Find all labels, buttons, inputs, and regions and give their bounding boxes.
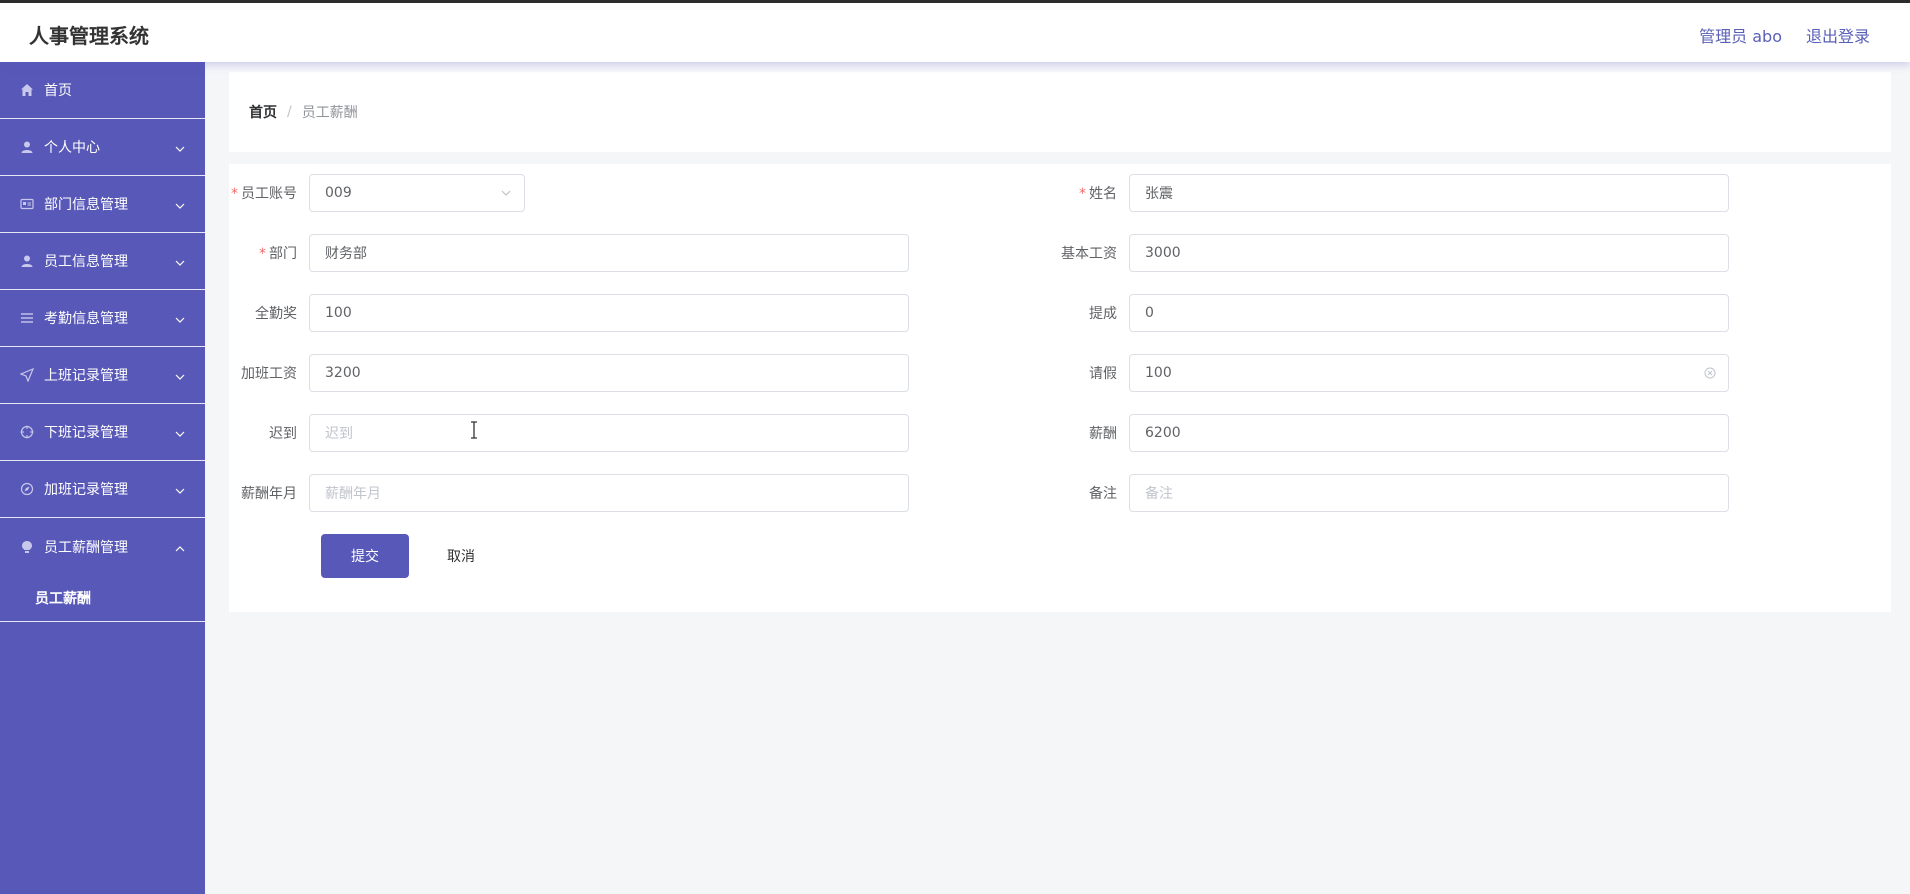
home-icon	[20, 83, 34, 97]
chevron-down-icon	[175, 484, 185, 494]
clear-icon[interactable]	[1704, 367, 1716, 379]
chevron-down-icon	[175, 427, 185, 437]
commission-field: 提成 0	[1049, 294, 1729, 332]
sidebar-item-label: 上班记录管理	[44, 368, 128, 384]
sidebar-item-label: 个人中心	[44, 140, 100, 156]
late-field: 迟到 迟到	[229, 414, 909, 452]
salary-month-field: 薪酬年月 薪酬年月	[229, 474, 909, 512]
sidebar-item-department[interactable]: 部门信息管理	[0, 176, 205, 233]
salary-label: 薪酬	[1089, 426, 1117, 442]
chevron-down-icon	[175, 370, 185, 380]
remark-field: 备注 备注	[1049, 474, 1729, 512]
chevron-down-icon	[175, 313, 185, 323]
employee-account-label: 员工账号	[241, 186, 297, 202]
sidebar-item-clock-out[interactable]: 下班记录管理	[0, 404, 205, 461]
salary-input[interactable]: 6200	[1129, 414, 1729, 452]
submit-button[interactable]: 提交	[321, 534, 409, 578]
department-input[interactable]: 财务部	[309, 234, 909, 272]
name-field: * 姓名 张震	[1049, 174, 1729, 212]
overtime-pay-input[interactable]: 3200	[309, 354, 909, 392]
compass-icon	[20, 482, 34, 496]
commission-input[interactable]: 0	[1129, 294, 1729, 332]
attendance-bonus-field: 全勤奖 100	[229, 294, 909, 332]
top-bar: 人事管理系统 管理员 abo 退出登录	[0, 0, 1910, 62]
department-field: * 部门 财务部	[229, 234, 909, 272]
attendance-bonus-label: 全勤奖	[255, 306, 297, 322]
sidebar-item-label: 首页	[44, 83, 72, 99]
remark-label: 备注	[1089, 486, 1117, 502]
employee-account-select[interactable]: 009	[309, 174, 525, 212]
name-label: 姓名	[1089, 186, 1117, 202]
sidebar-item-home[interactable]: 首页	[0, 62, 205, 119]
text-cursor-icon	[469, 421, 479, 439]
sidebar-item-employee[interactable]: 员工信息管理	[0, 233, 205, 290]
breadcrumb-separator: /	[287, 104, 292, 120]
leave-input[interactable]: 100	[1129, 354, 1729, 392]
attendance-bonus-input[interactable]: 100	[309, 294, 909, 332]
salary-month-label: 薪酬年月	[241, 486, 297, 502]
user-icon	[20, 140, 34, 154]
salary-field: 薪酬 6200	[1049, 414, 1729, 452]
remark-input[interactable]: 备注	[1129, 474, 1729, 512]
chevron-down-icon	[175, 142, 185, 152]
user-icon	[20, 254, 34, 268]
leave-label: 请假	[1089, 366, 1117, 382]
employee-account-field: * 员工账号 009	[229, 174, 525, 212]
sidebar-item-label: 部门信息管理	[44, 197, 128, 213]
chevron-down-icon	[175, 199, 185, 209]
base-salary-input[interactable]: 3000	[1129, 234, 1729, 272]
crosshair-icon	[20, 425, 34, 439]
sidebar-item-label: 员工薪酬管理	[44, 539, 128, 556]
breadcrumb-current: 员工薪酬	[301, 105, 358, 121]
commission-label: 提成	[1089, 306, 1117, 322]
chevron-up-icon	[175, 542, 185, 552]
admin-user-label[interactable]: 管理员 abo	[1699, 23, 1782, 47]
late-input[interactable]: 迟到	[309, 414, 909, 452]
app-title: 人事管理系统	[29, 24, 149, 48]
breadcrumb-home[interactable]: 首页	[249, 102, 277, 122]
top-right-actions: 管理员 abo 退出登录	[1699, 23, 1870, 47]
late-label: 迟到	[269, 426, 297, 442]
cancel-button[interactable]: 取消	[429, 534, 493, 578]
card-icon	[20, 197, 34, 211]
breadcrumb: 首页 / 员工薪酬	[229, 72, 1891, 152]
name-input[interactable]: 张震	[1129, 174, 1729, 212]
chevron-down-icon	[175, 256, 185, 266]
logout-button[interactable]: 退出登录	[1806, 23, 1870, 47]
sidebar-item-label: 加班记录管理	[44, 482, 128, 498]
sidebar-item-label: 员工信息管理	[44, 254, 128, 270]
salary-month-input[interactable]: 薪酬年月	[309, 474, 909, 512]
sidebar-item-label: 下班记录管理	[44, 425, 128, 441]
sidebar-item-personal-center[interactable]: 个人中心	[0, 119, 205, 176]
sidebar: 首页 个人中心 部门信息管理 员工信息管理 考勤信息管理 上班记录管理 下班记录…	[0, 62, 205, 894]
salary-form: * 员工账号 009 * 姓名 张震 * 部门 财务部 基本工资 3000 全勤奖 1…	[229, 164, 1891, 612]
department-label: 部门	[269, 246, 297, 262]
base-salary-label: 基本工资	[1061, 246, 1117, 262]
send-icon	[20, 368, 34, 382]
sidebar-subitem-employee-salary[interactable]: 员工薪酬	[0, 575, 205, 622]
overtime-pay-label: 加班工资	[241, 366, 297, 382]
sidebar-item-salary[interactable]: 员工薪酬管理	[0, 518, 205, 575]
sidebar-item-clock-in[interactable]: 上班记录管理	[0, 347, 205, 404]
list-icon	[20, 311, 34, 325]
sidebar-item-label: 考勤信息管理	[44, 311, 128, 327]
chevron-down-icon	[500, 187, 512, 199]
sidebar-item-attendance[interactable]: 考勤信息管理	[0, 290, 205, 347]
overtime-pay-field: 加班工资 3200	[229, 354, 909, 392]
sidebar-item-overtime[interactable]: 加班记录管理	[0, 461, 205, 518]
bulb-icon	[20, 540, 34, 554]
leave-field: 请假 100	[1049, 354, 1729, 392]
base-salary-field: 基本工资 3000	[1049, 234, 1729, 272]
